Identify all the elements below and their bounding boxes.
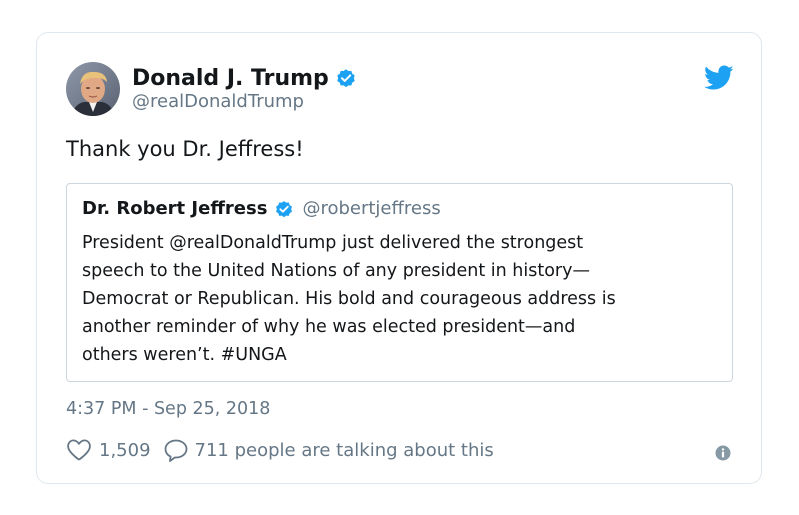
speech-bubble-icon[interactable] — [163, 438, 189, 462]
author-handle[interactable]: @realDonaldTrump — [132, 91, 304, 112]
tweet-actions: 1,509 711 people are talking about this — [66, 438, 494, 462]
quoted-tweet-text: President @realDonaldTrump just delivere… — [82, 229, 722, 369]
quoted-author-name[interactable]: Dr. Robert Jeffress — [82, 198, 267, 219]
quoted-text-line: President @realDonaldTrump just delivere… — [82, 233, 584, 253]
heart-icon[interactable] — [66, 438, 92, 462]
quoted-author-handle[interactable]: @robertjeffress — [302, 198, 440, 219]
quoted-text-line: speech to the United Nations of any pres… — [82, 261, 590, 281]
quoted-tweet-header: Dr. Robert Jeffress @robertjeffress — [82, 198, 441, 219]
avatar[interactable] — [66, 62, 120, 116]
like-count[interactable]: 1,509 — [99, 440, 151, 461]
verified-badge-icon — [276, 200, 293, 217]
quoted-text-line: another reminder of why he was elected p… — [82, 317, 576, 337]
tweet-text: Thank you Dr. Jeffress! — [66, 137, 304, 161]
author-name-row[interactable]: Donald J. Trump — [132, 61, 357, 95]
tweet-timestamp[interactable]: 4:37 PM - Sep 25, 2018 — [66, 399, 270, 419]
avatar-image — [66, 62, 120, 116]
quoted-tweet[interactable]: Dr. Robert Jeffress @robertjeffress Pres… — [66, 183, 733, 382]
embedded-tweet-card[interactable]: Donald J. Trump @realDonaldTrump Thank y… — [36, 32, 762, 484]
author-display-name[interactable]: Donald J. Trump — [132, 66, 329, 91]
verified-badge-icon — [337, 69, 355, 88]
talking-about-link[interactable]: 711 people are talking about this — [195, 440, 494, 461]
quoted-text-line: others weren’t. #UNGA — [82, 345, 287, 365]
info-icon[interactable] — [715, 445, 731, 461]
twitter-bird-icon[interactable] — [704, 65, 734, 91]
quoted-text-line: Democrat or Republican. His bold and cou… — [82, 289, 616, 309]
